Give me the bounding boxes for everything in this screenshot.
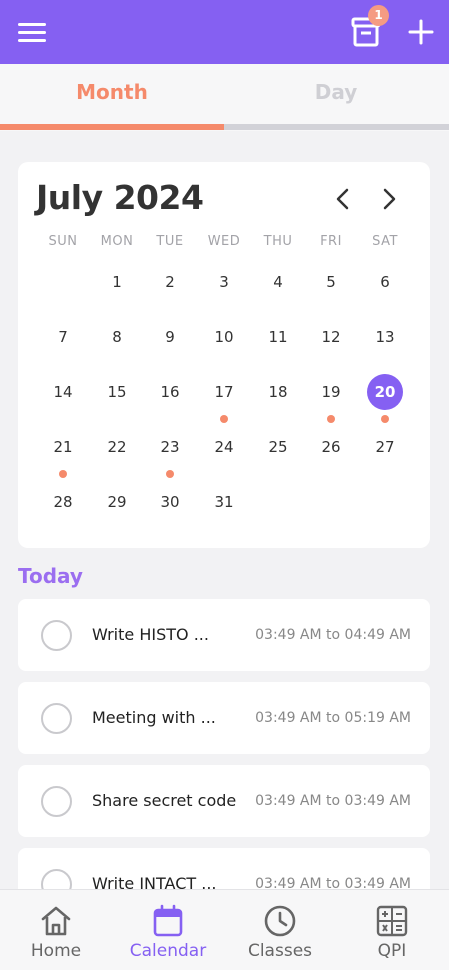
event-indicator-dot xyxy=(59,470,67,478)
task-title: Write HISTO ... xyxy=(92,625,209,644)
event-indicator-dot xyxy=(220,415,228,423)
tab-day[interactable]: Day xyxy=(224,80,448,104)
tab-month-indicator xyxy=(0,124,224,130)
task-card[interactable]: Write HISTO ... 03:49 AM to 04:49 AM xyxy=(18,599,430,671)
calendar-day[interactable]: 6 xyxy=(367,264,403,300)
calendar-day[interactable]: 2 xyxy=(152,264,188,300)
event-indicator-dot xyxy=(166,470,174,478)
weekday-label: SUN xyxy=(48,234,78,249)
home-icon xyxy=(41,906,71,936)
nav-label-home: Home xyxy=(30,941,82,961)
task-title: Share secret code xyxy=(92,791,237,810)
nav-label-classes: Classes xyxy=(247,941,313,961)
task-title: Meeting with ... xyxy=(92,708,216,727)
calendar-day[interactable]: 21 xyxy=(45,429,81,465)
weekday-label: WED xyxy=(207,234,241,249)
nav-item-calendar[interactable]: Calendar xyxy=(112,890,224,970)
chevron-left-icon xyxy=(336,188,349,210)
calendar-day[interactable]: 9 xyxy=(152,319,188,355)
calendar-day[interactable]: 4 xyxy=(260,264,296,300)
task-checkbox[interactable] xyxy=(41,620,72,651)
task-checkbox[interactable] xyxy=(41,786,72,817)
nav-item-home[interactable]: Home xyxy=(0,890,112,970)
calendar-day[interactable]: 11 xyxy=(260,319,296,355)
calendar-day[interactable]: 5 xyxy=(313,264,349,300)
calendar-day[interactable]: 28 xyxy=(45,484,81,520)
view-tabs: Month Day xyxy=(0,64,449,131)
weekday-label: MON xyxy=(100,234,134,249)
calendar-day[interactable]: 24 xyxy=(206,429,242,465)
tab-month[interactable]: Month xyxy=(0,80,224,104)
calendar-day[interactable]: 12 xyxy=(313,319,349,355)
calculator-icon xyxy=(376,905,408,937)
calendar-day[interactable]: 8 xyxy=(99,319,135,355)
calendar-day[interactable]: 29 xyxy=(99,484,135,520)
tab-day-indicator xyxy=(224,124,449,130)
nav-label-calendar: Calendar xyxy=(129,941,207,961)
weekday-label: TUE xyxy=(156,234,184,249)
calendar-day[interactable]: 3 xyxy=(206,264,242,300)
calendar-day[interactable]: 31 xyxy=(206,484,242,520)
task-checkbox[interactable] xyxy=(41,703,72,734)
nav-item-classes[interactable]: Classes xyxy=(224,890,336,970)
menu-icon[interactable] xyxy=(18,21,46,43)
task-card[interactable]: Share secret code 03:49 AM to 03:49 AM xyxy=(18,765,430,837)
calendar-card: July 2024 SUN MON TUE WED THU FRI SAT 12345678… xyxy=(18,162,430,548)
plus-icon xyxy=(408,19,434,45)
task-card[interactable]: Meeting with ... 03:49 AM to 05:19 AM xyxy=(18,682,430,754)
top-app-bar: 1 xyxy=(0,0,449,64)
calendar-day[interactable]: 13 xyxy=(367,319,403,355)
task-time: 03:49 AM to 03:49 AM xyxy=(255,793,411,809)
calendar-icon xyxy=(153,904,183,937)
add-button[interactable] xyxy=(406,16,436,48)
event-indicator-dot xyxy=(381,415,389,423)
weekday-label: FRI xyxy=(320,234,342,249)
calendar-day[interactable]: 7 xyxy=(45,319,81,355)
calendar-day[interactable]: 16 xyxy=(152,374,188,410)
archive-count-badge: 1 xyxy=(368,5,389,26)
calendar-day[interactable]: 17 xyxy=(206,374,242,410)
clock-icon xyxy=(264,905,296,937)
calendar-day[interactable]: 18 xyxy=(260,374,296,410)
next-month-button[interactable] xyxy=(376,186,402,212)
event-indicator-dot xyxy=(327,415,335,423)
calendar-day[interactable]: 15 xyxy=(99,374,135,410)
weekday-label: SAT xyxy=(372,234,398,249)
calendar-day[interactable]: 25 xyxy=(260,429,296,465)
task-time: 03:49 AM to 04:49 AM xyxy=(255,627,411,643)
calendar-day[interactable]: 10 xyxy=(206,319,242,355)
task-time: 03:49 AM to 05:19 AM xyxy=(255,710,411,726)
weekday-label: THU xyxy=(263,234,293,249)
today-heading: Today xyxy=(18,564,83,588)
bottom-navigation: Home Calendar Classes QPI xyxy=(0,889,449,970)
calendar-day[interactable]: 23 xyxy=(152,429,188,465)
calendar-day[interactable]: 19 xyxy=(313,374,349,410)
month-title: July 2024 xyxy=(36,178,204,217)
calendar-day[interactable]: 22 xyxy=(99,429,135,465)
chevron-right-icon xyxy=(383,188,396,210)
calendar-day-selected[interactable]: 20 xyxy=(367,374,403,410)
calendar-day[interactable]: 1 xyxy=(99,264,135,300)
calendar-day[interactable]: 14 xyxy=(45,374,81,410)
nav-item-qpi[interactable]: QPI xyxy=(336,890,448,970)
previous-month-button[interactable] xyxy=(330,186,356,212)
calendar-day[interactable]: 27 xyxy=(367,429,403,465)
nav-label-qpi: QPI xyxy=(377,941,407,961)
calendar-day[interactable]: 30 xyxy=(152,484,188,520)
calendar-day[interactable]: 26 xyxy=(313,429,349,465)
